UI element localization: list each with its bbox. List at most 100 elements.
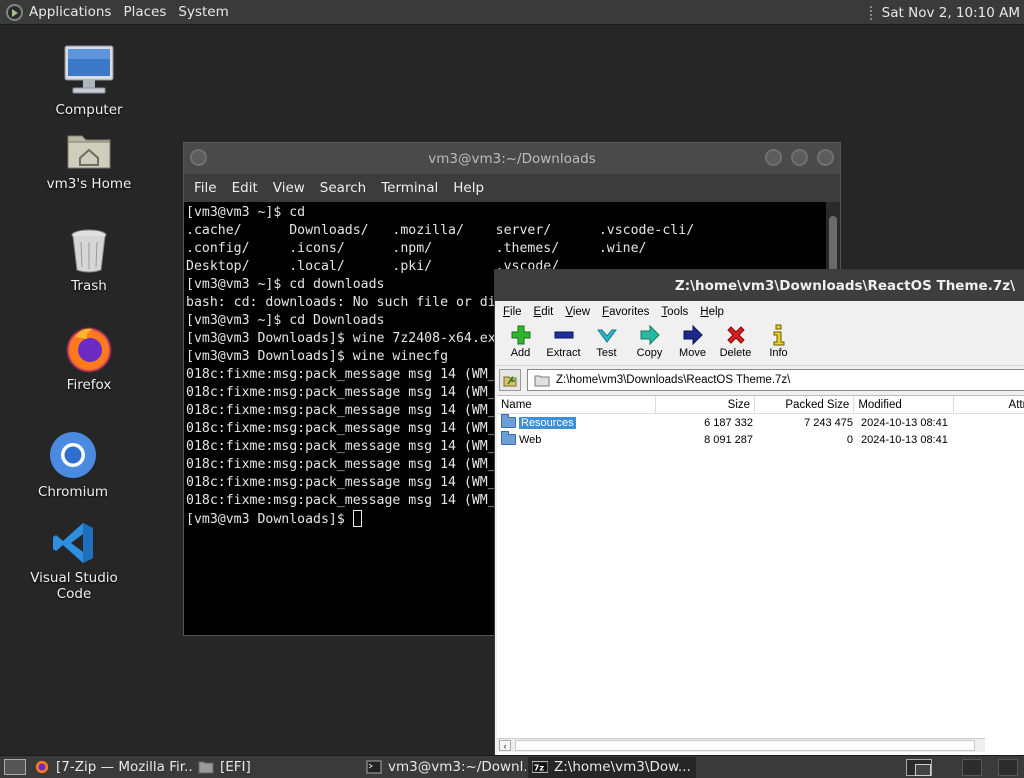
terminal-line: .config/ .icons/ .npm/ .themes/ .wine/ (186, 241, 647, 256)
chromium-icon (50, 432, 96, 478)
address-text: Z:\home\vm3\Downloads\ReactOS Theme.7z\ (556, 374, 791, 386)
minimize-button[interactable] (765, 149, 782, 166)
delete-label: Delete (719, 347, 752, 359)
workspace-2[interactable] (962, 759, 982, 776)
firefox-icon (35, 760, 49, 774)
horizontal-scrollbar[interactable]: ‹ (497, 738, 985, 752)
test-label: Test (596, 347, 617, 359)
bottom-taskbar: [7-Zip — Mozilla Fir... [EFI] vm3@vm3:~/… (0, 755, 1024, 778)
address-bar: Z:\home\vm3\Downloads\ReactOS Theme.7z\ (495, 366, 1024, 394)
workspace-1[interactable] (906, 759, 932, 776)
task-label: Z:\home\vm3\Dow... (554, 759, 691, 775)
move-button[interactable]: Move (671, 322, 714, 359)
show-desktop-button[interactable] (4, 759, 26, 775)
places-menu[interactable]: Places (117, 0, 172, 25)
trash-icon (71, 229, 107, 273)
terminal-cursor (352, 510, 362, 527)
column-header-attributes[interactable]: Attri (954, 396, 1024, 414)
terminal-menu-help[interactable]: Help (447, 180, 493, 196)
delete-x-icon (726, 326, 745, 344)
terminal-menubar: File Edit View Search Terminal Help (184, 174, 840, 202)
address-field[interactable]: Z:\home\vm3\Downloads\ReactOS Theme.7z\ (527, 369, 1024, 391)
extract-label: Extract (546, 347, 581, 359)
sevenzip-menu-favorites[interactable]: Favorites (596, 306, 655, 318)
firefox-icon (66, 327, 112, 373)
list-item-size: 8 091 287 (704, 433, 753, 446)
info-label: Info (769, 347, 788, 359)
info-icon (773, 324, 784, 346)
task-label: vm3@vm3:~/Downl... (388, 759, 526, 775)
desktop-icon-vscode[interactable]: Visual Studio Code (14, 520, 134, 602)
system-menu[interactable]: System (172, 0, 234, 25)
terminal-menu-file[interactable]: File (188, 180, 226, 196)
task-efi-folder[interactable]: [EFI] (194, 757, 360, 778)
info-button[interactable]: Info (757, 322, 800, 359)
extract-button[interactable]: Extract (542, 322, 585, 359)
panel-grip (869, 5, 874, 20)
list-header: Name Size Packed Size Modified Attri (497, 395, 1024, 414)
column-header-packed-size[interactable]: Packed Size (755, 395, 855, 414)
task-label: [7-Zip — Mozilla Fir... (56, 759, 192, 775)
desktop-icon-label: vm3's Home (46, 176, 132, 192)
terminal-menu-search[interactable]: Search (314, 180, 375, 196)
minus-icon (554, 331, 573, 339)
list-item-modified: 2024-10-13 08:41 (861, 433, 948, 446)
applications-menu[interactable]: Applications (0, 0, 117, 25)
list-item-packed-size: 7 243 475 (804, 416, 853, 429)
up-folder-icon (503, 375, 517, 387)
scrollbar-thumb[interactable] (515, 740, 975, 751)
column-header-name[interactable]: Name (497, 395, 656, 414)
desktop-icon-label: Chromium (37, 484, 109, 500)
move-label: Move (679, 347, 706, 359)
list-item[interactable]: Web 8 091 287 0 2024-10-13 08:41 (497, 431, 1024, 448)
copy-arrow-icon (640, 324, 660, 346)
task-terminal[interactable]: vm3@vm3:~/Downl... (362, 757, 526, 778)
delete-button[interactable]: Delete (714, 322, 757, 359)
close-button[interactable] (817, 149, 834, 166)
column-header-size[interactable]: Size (656, 395, 756, 414)
sevenzip-menu-help[interactable]: Help (694, 306, 730, 318)
terminal-titlebar[interactable]: vm3@vm3:~/Downloads (184, 143, 840, 174)
folder-icon (198, 761, 214, 774)
window-menu-button[interactable] (190, 149, 207, 166)
desktop-icon-trash[interactable]: Trash (29, 228, 149, 294)
list-item[interactable]: Resources 6 187 332 7 243 475 2024-10-13… (497, 414, 1024, 431)
scroll-left-button[interactable]: ‹ (499, 740, 511, 751)
task-sevenzip[interactable]: 7z Z:\home\vm3\Dow... (528, 756, 696, 778)
terminal-menu-edit[interactable]: Edit (226, 180, 267, 196)
desktop-icon-label: Computer (55, 102, 123, 118)
task-firefox[interactable]: [7-Zip — Mozilla Fir... (30, 757, 192, 778)
scrollbar-thumb[interactable] (829, 216, 837, 276)
file-list[interactable]: Name Size Packed Size Modified Attri Res… (497, 395, 1024, 758)
terminal-menu-view[interactable]: View (267, 180, 314, 196)
list-item-packed-size: 0 (846, 433, 853, 446)
clock[interactable]: Sat Nov 2, 10:10 AM (869, 0, 1020, 25)
copy-button[interactable]: Copy (628, 322, 671, 359)
move-arrow-icon (683, 324, 703, 346)
sevenzip-icon: 7z (532, 761, 548, 773)
sevenzip-menu-edit[interactable]: Edit (528, 306, 560, 318)
task-label: [EFI] (220, 759, 251, 775)
sevenzip-menubar: File Edit View Favorites Tools Help (495, 302, 1024, 322)
sevenzip-menu-tools[interactable]: Tools (655, 306, 694, 318)
terminal-line: .cache/ Downloads/ .mozilla/ server/ .vs… (186, 223, 695, 238)
sevenzip-menu-file[interactable]: File (497, 306, 528, 318)
list-item-name-text: Web (519, 433, 542, 446)
desktop-icon-computer[interactable]: Computer (29, 44, 149, 118)
add-button[interactable]: Add (499, 322, 542, 359)
desktop-icon-firefox[interactable]: Firefox (29, 325, 149, 393)
sevenzip-window[interactable]: Z:\home\vm3\Downloads\ReactOS Theme.7z\ … (494, 269, 1024, 759)
vscode-icon (53, 523, 93, 563)
plus-icon (511, 325, 530, 345)
desktop-icon-chromium[interactable]: Chromium (13, 430, 133, 500)
column-header-modified[interactable]: Modified (854, 395, 954, 414)
terminal-menu-terminal[interactable]: Terminal (375, 180, 447, 196)
maximize-button[interactable] (791, 149, 808, 166)
desktop-icon-home[interactable]: vm3's Home (29, 128, 149, 192)
workspace-3[interactable] (998, 759, 1018, 776)
distro-logo-icon (6, 3, 23, 21)
sevenzip-titlebar[interactable]: Z:\home\vm3\Downloads\ReactOS Theme.7z\ (495, 270, 1024, 301)
test-button[interactable]: Test (585, 322, 628, 359)
up-folder-button[interactable] (499, 369, 521, 391)
sevenzip-menu-view[interactable]: View (559, 306, 596, 318)
